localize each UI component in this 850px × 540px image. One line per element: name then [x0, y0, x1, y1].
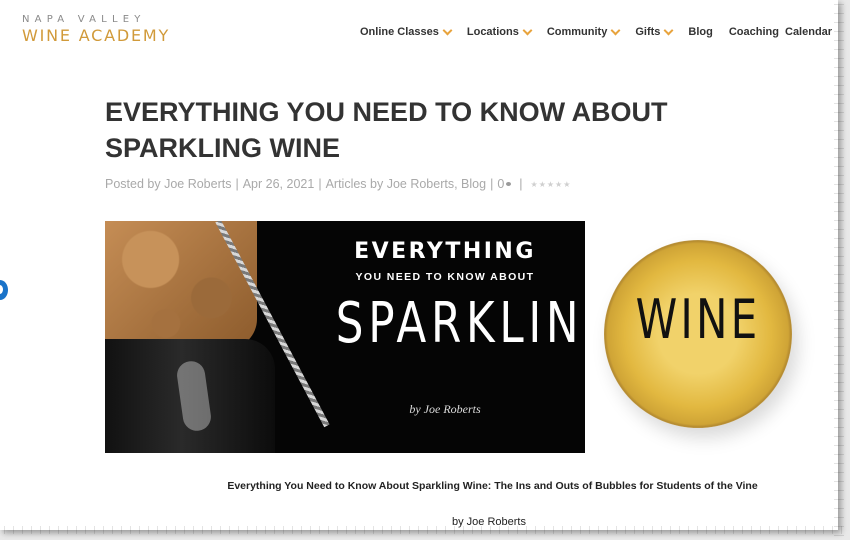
- post-date: Apr 26, 2021: [242, 177, 315, 191]
- nav-label: Coaching: [728, 26, 779, 38]
- nav-gifts[interactable]: Gifts: [635, 25, 674, 38]
- hero-sparkling: SPARKLING: [335, 291, 585, 356]
- page-title: EVERYTHING YOU NEED TO KNOW ABOUT SPARKL…: [105, 97, 668, 163]
- comment-count[interactable]: 0: [497, 177, 504, 191]
- accessibility-icon[interactable]: [0, 280, 8, 300]
- nav-coaching[interactable]: Coaching: [729, 26, 779, 38]
- logo[interactable]: NAPA VALLEY WINE ACADEMY: [22, 14, 170, 45]
- champagne-cork-image: [105, 221, 257, 349]
- hero-image: EVERYTHING YOU NEED TO KNOW ABOUT SPARKL…: [105, 221, 585, 453]
- nav-label: Locations: [466, 26, 519, 38]
- meta-separator: |: [318, 177, 322, 191]
- nav-label: Community: [546, 26, 608, 38]
- meta-separator: |: [235, 177, 239, 191]
- nav-label: Blog: [688, 26, 713, 38]
- post-author[interactable]: Posted by Joe Roberts: [105, 177, 231, 191]
- chevron-down-icon: [663, 25, 674, 36]
- hero-heading: EVERYTHING: [354, 239, 536, 264]
- post-meta: Posted by Joe Roberts | Apr 26, 2021 | A…: [105, 177, 571, 191]
- hero-wine-word: WINE: [635, 288, 761, 351]
- meta-separator: |: [490, 177, 494, 191]
- main-nav: Online Classes Locations Community Gifts…: [360, 25, 832, 38]
- rating-stars[interactable]: ★ ★ ★ ★ ★: [531, 180, 572, 189]
- nav-blog[interactable]: Blog: [688, 26, 712, 38]
- torn-edge-bottom: [0, 526, 850, 534]
- nav-label: Gifts: [635, 26, 661, 38]
- logo-line-wine-academy: WINE ACADEMY: [22, 26, 171, 45]
- comment-icon: [506, 182, 512, 186]
- star-icon: ★: [530, 179, 538, 189]
- torn-edge-right: [834, 0, 844, 540]
- nav-label: Online Classes: [360, 26, 439, 38]
- post-categories[interactable]: Articles by Joe Roberts, Blog: [326, 177, 487, 191]
- meta-separator: |: [519, 177, 523, 191]
- star-icon: ★: [555, 179, 563, 189]
- nav-online-classes[interactable]: Online Classes: [360, 25, 453, 38]
- logo-line-napa-valley: NAPA VALLEY: [22, 14, 146, 25]
- star-icon: ★: [563, 179, 571, 189]
- article-caption: Everything You Need to Know About Sparkl…: [227, 480, 758, 492]
- nav-community[interactable]: Community: [546, 25, 621, 38]
- star-icon: ★: [538, 179, 546, 189]
- nav-calendar[interactable]: Calendar: [785, 26, 832, 38]
- nav-label: Calendar: [785, 26, 833, 38]
- star-icon: ★: [546, 179, 555, 189]
- hero-author: by Joe Roberts: [409, 402, 481, 416]
- nav-locations[interactable]: Locations: [466, 25, 533, 38]
- chevron-down-icon: [610, 25, 621, 36]
- chevron-down-icon: [522, 25, 533, 36]
- hero-subheading: YOU NEED TO KNOW ABOUT: [355, 271, 535, 283]
- chevron-down-icon: [442, 25, 453, 36]
- page: NAPA VALLEY WINE ACADEMY Online Classes …: [0, 0, 838, 530]
